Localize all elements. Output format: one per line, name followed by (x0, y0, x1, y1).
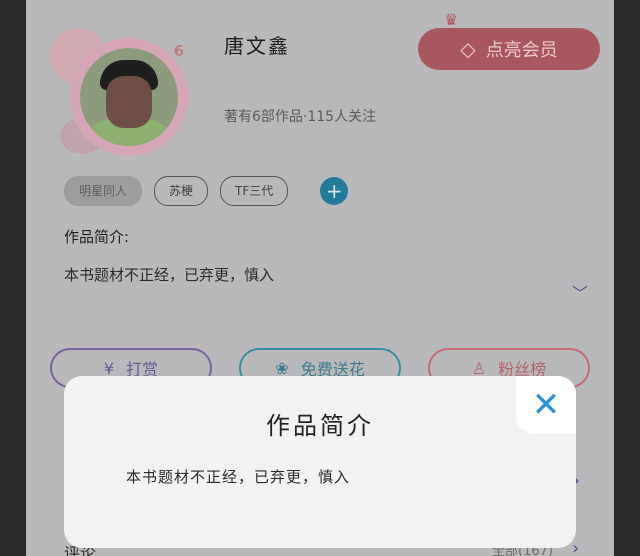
dialog-body: 本书题材不正经，已弃更，慎入 (126, 468, 351, 486)
tag-item[interactable]: 苏梗 (154, 176, 209, 206)
level-badge: 6 (173, 42, 185, 60)
intro-heading: 作品简介: (64, 228, 130, 246)
diamond-icon: ◇ (460, 37, 476, 61)
vip-button[interactable]: ◇ 点亮会员 (418, 28, 600, 70)
author-name: 唐文鑫 (224, 34, 290, 58)
screen-edge-right (614, 0, 640, 556)
screen-edge-left (0, 0, 26, 556)
tag-item[interactable]: 明星同人 (64, 176, 143, 206)
close-icon[interactable]: ✕ (516, 376, 576, 434)
yen-icon: ¥ (103, 358, 115, 378)
flower-icon: ❀ (275, 358, 289, 378)
person-icon: ♙ (471, 358, 487, 378)
author-stats: 著有6部作品·115人关注 (224, 109, 377, 125)
avatar-frame[interactable]: 6 (40, 18, 190, 158)
tag-item[interactable]: TF三代 (220, 176, 289, 206)
add-tag-button[interactable]: + (320, 177, 349, 205)
intro-text: 本书题材不正经，已弃更，慎入 (64, 266, 275, 284)
intro-dialog: 作品简介 本书题材不正经，已弃更，慎入 ✕ (64, 376, 576, 548)
chevron-right-icon[interactable]: › (572, 538, 579, 556)
vip-label: 点亮会员 (485, 40, 558, 61)
chevron-down-icon[interactable]: ﹀ (572, 280, 588, 304)
tag-list: 明星同人 苏梗 TF三代 + (64, 176, 349, 206)
crown-icon: ♛ (444, 10, 459, 29)
dialog-title: 作品简介 (266, 412, 374, 440)
